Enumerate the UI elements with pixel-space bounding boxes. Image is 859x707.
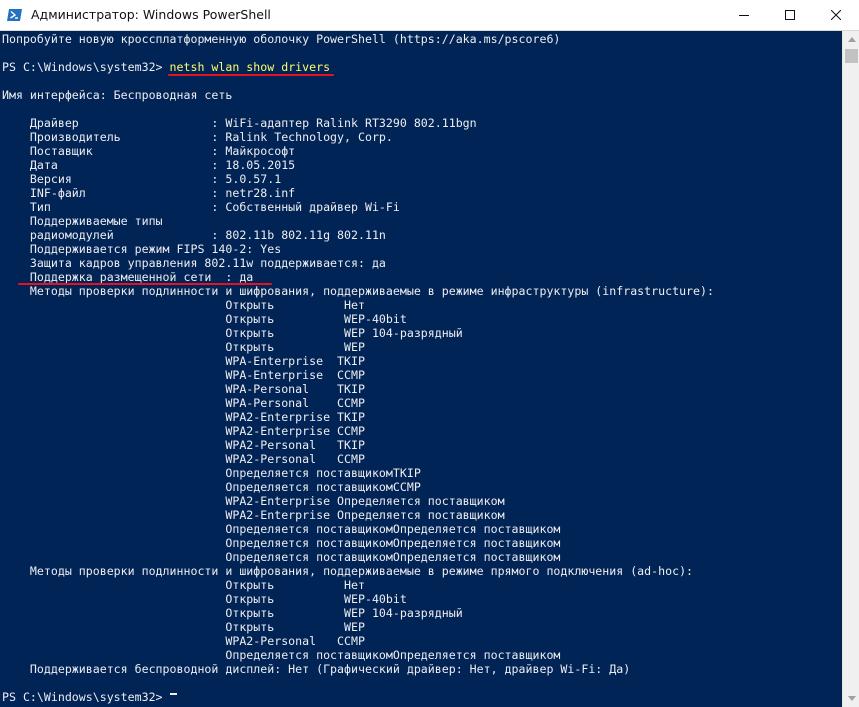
console-line: WPA2-Personal CCMP — [2, 452, 365, 466]
chevron-down-icon — [847, 696, 856, 701]
console-line: WPA2-Enterprise TKIP — [2, 410, 365, 424]
console-line: WPA-Personal TKIP — [2, 382, 365, 396]
console-line: Открыть Нет — [2, 578, 365, 592]
console-line: Открыть WEP-40bit — [2, 592, 407, 606]
console-line: WPA2-Enterprise CCMP — [2, 424, 365, 438]
chevron-up-icon — [847, 37, 856, 42]
console-line: Драйвер : WiFi-адаптер Ralink RT3290 802… — [2, 116, 477, 130]
powershell-window: Администратор: Windows PowerShell Попроб… — [0, 0, 859, 707]
console-line: Определяется поставщикомОпределяется пос… — [2, 522, 561, 536]
powershell-icon — [7, 7, 23, 23]
console-line: Тип : Собственный драйвер Wi-Fi — [2, 200, 400, 214]
console-line: Поддерживается беспроводной дисплей: Нет… — [2, 662, 631, 676]
console-line: WPA-Personal CCMP — [2, 396, 365, 410]
console-line: WPA-Enterprise CCMP — [2, 368, 365, 382]
console-line: WPA2-Personal TKIP — [2, 438, 365, 452]
console-line: Определяется поставщикомОпределяется пос… — [2, 536, 561, 550]
close-icon — [831, 10, 841, 20]
console-line: Методы проверки подлинности и шифрования… — [2, 284, 714, 298]
console-line: Определяется поставщикомTKIP — [2, 466, 421, 480]
console-output[interactable]: Попробуйте новую кроссплатформенную обол… — [0, 31, 842, 707]
command-text: netsh wlan show drivers — [169, 60, 331, 74]
console-line: Имя интерфейса: Беспроводная сеть — [2, 88, 233, 102]
minimize-button[interactable] — [721, 0, 767, 30]
console-line: Открыть WEP 104-разрядный — [2, 326, 463, 340]
console-line: Поддержка размещенной сети : да — [2, 270, 254, 284]
console-line: Дата : 18.05.2015 — [2, 158, 296, 172]
vertical-scrollbar[interactable] — [842, 31, 859, 707]
scrollbar-thumb[interactable] — [845, 49, 858, 63]
close-button[interactable] — [813, 0, 859, 30]
console-line: Открыть WEP 104-разрядный — [2, 606, 463, 620]
minimize-icon — [739, 15, 749, 16]
console-line: Поставщик : Майкрософт — [2, 144, 296, 158]
hosted-network-highlight-underline — [18, 283, 272, 285]
console-line: Определяется поставщикомОпределяется пос… — [2, 648, 561, 662]
console-line: PS C:\Windows\system32> — [2, 690, 170, 704]
console-line: Определяется поставщикомCCMP — [2, 480, 421, 494]
window-title: Администратор: Windows PowerShell — [31, 7, 271, 22]
console-line: WPA2-Enterprise Определяется поставщиком — [2, 508, 505, 522]
console-line: WPA-Enterprise TKIP — [2, 354, 365, 368]
console-line: PS C:\Windows\system32> netsh wlan show … — [2, 60, 331, 74]
console-line: Открыть WEP — [2, 340, 365, 354]
console-line: Открыть WEP-40bit — [2, 312, 407, 326]
console-line: Поддерживается режим FIPS 140-2: Yes — [2, 242, 282, 256]
console-line: Определяется поставщикомОпределяется пос… — [2, 550, 561, 564]
console-line: Производитель : Ralink Technology, Corp. — [2, 130, 393, 144]
console-line: Версия : 5.0.57.1 — [2, 172, 282, 186]
console-line: Поддерживаемые типы — [2, 214, 163, 228]
console-line: WPA2-Personal CCMP — [2, 634, 365, 648]
text-cursor — [170, 693, 177, 695]
console-line: Методы проверки подлинности и шифрования… — [2, 564, 694, 578]
maximize-button[interactable] — [767, 0, 813, 30]
console-line: радиомодулей : 802.11b 802.11g 802.11n — [2, 228, 386, 242]
console-line: Открыть Нет — [2, 298, 365, 312]
console-line: INF-файл : netr28.inf — [2, 186, 296, 200]
scroll-up-arrow[interactable] — [843, 31, 859, 48]
command-highlight-underline — [168, 74, 334, 76]
console-line: Открыть WEP — [2, 620, 365, 634]
maximize-icon — [785, 10, 795, 20]
title-bar[interactable]: Администратор: Windows PowerShell — [0, 0, 859, 31]
scroll-down-arrow[interactable] — [843, 690, 859, 707]
console-line: Попробуйте новую кроссплатформенную обол… — [2, 32, 561, 46]
console-line: WPA2-Enterprise Определяется поставщиком — [2, 494, 505, 508]
console-line: Защита кадров управления 802.11w поддерж… — [2, 256, 386, 270]
